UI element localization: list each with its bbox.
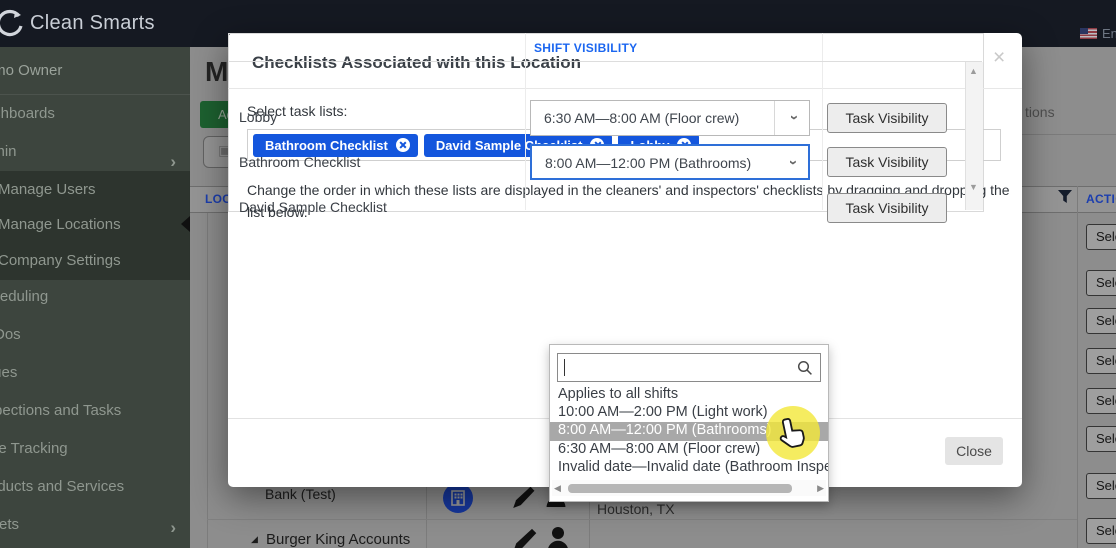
- text-cursor: [564, 359, 565, 376]
- sidebar-item-to-dos[interactable]: To Dos ›: [0, 316, 190, 354]
- user-icon[interactable]: [546, 527, 570, 548]
- shift-select-bathroom[interactable]: 8:00 AM—12:00 PM (Bathrooms) ›: [530, 144, 810, 180]
- scroll-right-icon[interactable]: ▶: [817, 483, 824, 494]
- language-switcher[interactable]: English: [1080, 25, 1116, 41]
- sidebar-user[interactable]: Demo Owner: [0, 47, 190, 95]
- row-select-button[interactable]: Select: [1086, 518, 1116, 544]
- table-column-divider: [822, 33, 823, 210]
- chevron-down-icon: ›: [786, 115, 803, 120]
- table-header-divider: [228, 61, 982, 62]
- sidebar-item-manage-users[interactable]: Manage Users: [0, 171, 190, 209]
- sidebar-item-company-settings[interactable]: Company Settings: [0, 242, 190, 280]
- sidebar-item-manage-locations[interactable]: Manage Locations: [0, 206, 190, 244]
- shift-visibility-header: SHIFT VISIBILITY: [534, 41, 637, 55]
- search-icon: [797, 360, 813, 381]
- sidebar-item-issues[interactable]: Issues ›: [0, 354, 190, 392]
- dropdown-option[interactable]: Applies to all shifts: [550, 386, 828, 405]
- active-item-arrow-icon: [181, 216, 190, 232]
- sidebar-nav: Demo Owner Dashboards › Admin › Manage U…: [0, 47, 190, 548]
- sidebar-item-inspections-and-tasks[interactable]: Inspections and Tasks ›: [0, 392, 190, 430]
- checklist-row-name[interactable]: Lobby: [239, 109, 277, 125]
- us-flag-icon: [1080, 28, 1097, 39]
- sidebar-item-time-tracking[interactable]: Time Tracking ›: [0, 430, 190, 468]
- modal-title: Checklists Associated with this Location: [252, 53, 581, 73]
- close-button[interactable]: Close: [945, 437, 1003, 465]
- table-column-divider: [525, 33, 526, 210]
- row-select-button[interactable]: Select: [1086, 224, 1116, 250]
- scroll-down-icon[interactable]: ▼: [969, 182, 978, 192]
- grid-row-divider: [207, 519, 1077, 520]
- task-visibility-button[interactable]: Task Visibility: [827, 103, 947, 133]
- dropdown-horizontal-scrollbar[interactable]: ◀ ▶: [552, 480, 826, 496]
- dropdown-option[interactable]: Invalid date—Invalid date (Bathroom Insp…: [550, 459, 828, 478]
- brand-title[interactable]: Clean Smarts: [30, 12, 155, 35]
- hand-cursor-icon: [776, 416, 810, 455]
- checklist-row-name[interactable]: Bathroom Checklist: [239, 154, 360, 170]
- row-select-button[interactable]: Select: [1086, 270, 1116, 296]
- scroll-left-icon[interactable]: ◀: [554, 483, 561, 494]
- location-group-name[interactable]: Burger King Accounts: [266, 531, 410, 548]
- row-select-button[interactable]: Select: [1086, 473, 1116, 499]
- sidebar-item-assets[interactable]: Assets ›: [0, 506, 190, 544]
- sidebar-item-products-and-services[interactable]: Products and Services ›: [0, 468, 190, 506]
- dropdown-search-input[interactable]: [557, 353, 821, 382]
- sidebar-item-admin[interactable]: Admin ›: [0, 133, 190, 171]
- filter-icon[interactable]: [1058, 190, 1073, 209]
- location-row-name[interactable]: Bank (Test): [265, 486, 336, 502]
- row-select-button[interactable]: Select: [1086, 308, 1116, 334]
- language-label: English: [1102, 26, 1116, 41]
- scroll-up-icon[interactable]: ▲: [969, 66, 978, 76]
- sidebar-item-scheduling[interactable]: Scheduling ›: [0, 278, 190, 316]
- table-scrollbar[interactable]: ▲ ▼: [965, 62, 983, 210]
- app-screen: Clean Smarts English Demo Owner Dashboar…: [0, 0, 1116, 548]
- grid-column-divider: [1077, 186, 1078, 548]
- task-visibility-button[interactable]: Task Visibility: [827, 193, 947, 223]
- checklist-row-name[interactable]: David Sample Checklist: [239, 199, 387, 215]
- scrollbar-thumb[interactable]: [568, 484, 792, 493]
- edit-pencil-icon[interactable]: [512, 528, 540, 548]
- task-visibility-button[interactable]: Task Visibility: [827, 147, 947, 177]
- row-select-button[interactable]: Select: [1086, 426, 1116, 452]
- sidebar-item-dashboards[interactable]: Dashboards ›: [0, 95, 190, 133]
- location-row-city: Houston, TX: [597, 501, 675, 517]
- clean-smarts-logo-icon: [0, 9, 25, 44]
- column-header-actions[interactable]: ACTIONS: [1086, 192, 1116, 206]
- location-building-icon: [443, 483, 473, 518]
- row-select-button[interactable]: Select: [1086, 348, 1116, 374]
- tree-expand-icon[interactable]: ◢: [251, 534, 258, 545]
- remove-tag-icon[interactable]: [396, 138, 410, 152]
- toolbar-divider: [1022, 134, 1116, 135]
- row-select-button[interactable]: Select: [1086, 388, 1116, 414]
- edit-pencil-icon[interactable]: [512, 486, 538, 513]
- grid-left-border: [207, 213, 208, 548]
- close-icon[interactable]: ×: [993, 46, 1005, 70]
- shift-select-lobby[interactable]: 6:30 AM—8:00 AM (Floor crew) ›: [530, 100, 810, 136]
- select-divider: [774, 101, 775, 135]
- partial-toolbar-text: tions: [1025, 104, 1055, 120]
- modal-header-divider: [228, 88, 1022, 89]
- chevron-down-icon: ›: [785, 160, 802, 165]
